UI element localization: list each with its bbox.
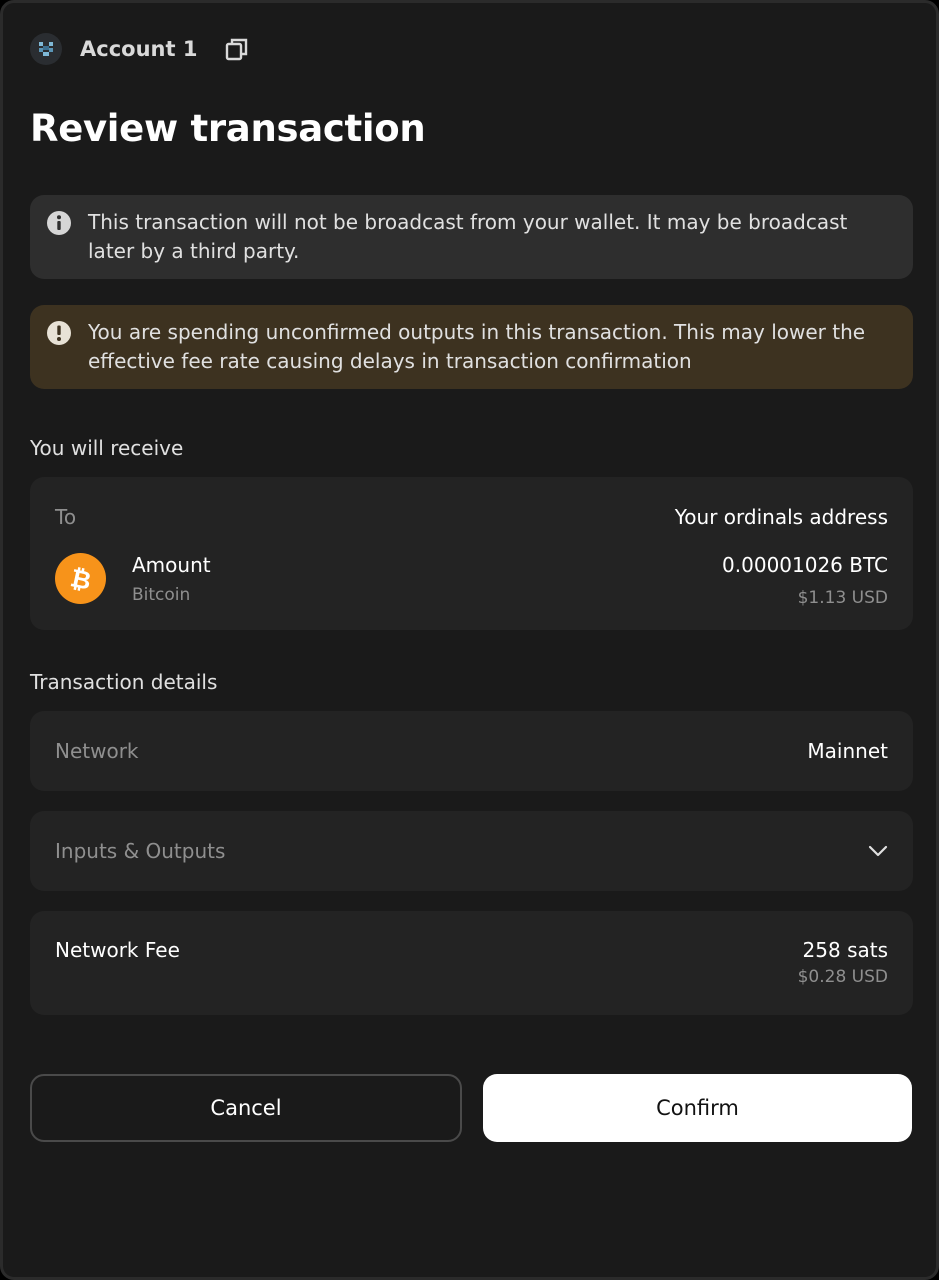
page-title: Review transaction: [30, 107, 426, 150]
account-name[interactable]: Account 1: [80, 37, 197, 61]
copy-icon[interactable]: [223, 35, 251, 63]
network-value: Mainnet: [807, 739, 888, 763]
bitcoin-icon: ₿: [55, 553, 106, 604]
info-banner: This transaction will not be broadcast f…: [30, 195, 913, 279]
cancel-button[interactable]: Cancel: [30, 1074, 462, 1142]
account-avatar-icon: [30, 33, 62, 65]
alert-icon: [47, 321, 71, 345]
network-fee-card: Network Fee 258 sats $0.28 USD: [30, 911, 913, 1015]
account-header: Account 1: [30, 33, 251, 65]
chevron-down-icon[interactable]: [868, 841, 888, 861]
to-label: To: [55, 505, 77, 529]
to-value: Your ordinals address: [674, 505, 888, 529]
network-row: Network Mainnet: [30, 711, 913, 791]
info-banner-text: This transaction will not be broadcast f…: [88, 210, 848, 263]
network-label: Network: [55, 739, 139, 763]
amount-value: 0.00001026 BTC: [722, 553, 888, 577]
warning-banner: You are spending unconfirmed outputs in …: [30, 305, 913, 389]
confirm-button[interactable]: Confirm: [483, 1074, 912, 1142]
asset-name: Bitcoin: [132, 585, 191, 605]
details-section-label: Transaction details: [30, 670, 218, 694]
info-icon: [47, 211, 71, 235]
fee-label: Network Fee: [55, 938, 180, 962]
amount-label: Amount: [132, 553, 211, 577]
inputs-outputs-label: Inputs & Outputs: [55, 839, 226, 863]
warning-banner-text: You are spending unconfirmed outputs in …: [88, 320, 866, 373]
receive-section-label: You will receive: [30, 436, 184, 460]
fee-usd: $0.28 USD: [797, 967, 888, 987]
review-transaction-window: Account 1 Review transaction This transa…: [0, 0, 939, 1280]
inputs-outputs-toggle[interactable]: Inputs & Outputs: [30, 811, 913, 891]
amount-usd: $1.13 USD: [797, 588, 888, 608]
receive-card: To Your ordinals address ₿ Amount Bitcoi…: [30, 477, 913, 630]
svg-text:₿: ₿: [67, 564, 93, 594]
fee-value: 258 sats: [802, 938, 888, 962]
